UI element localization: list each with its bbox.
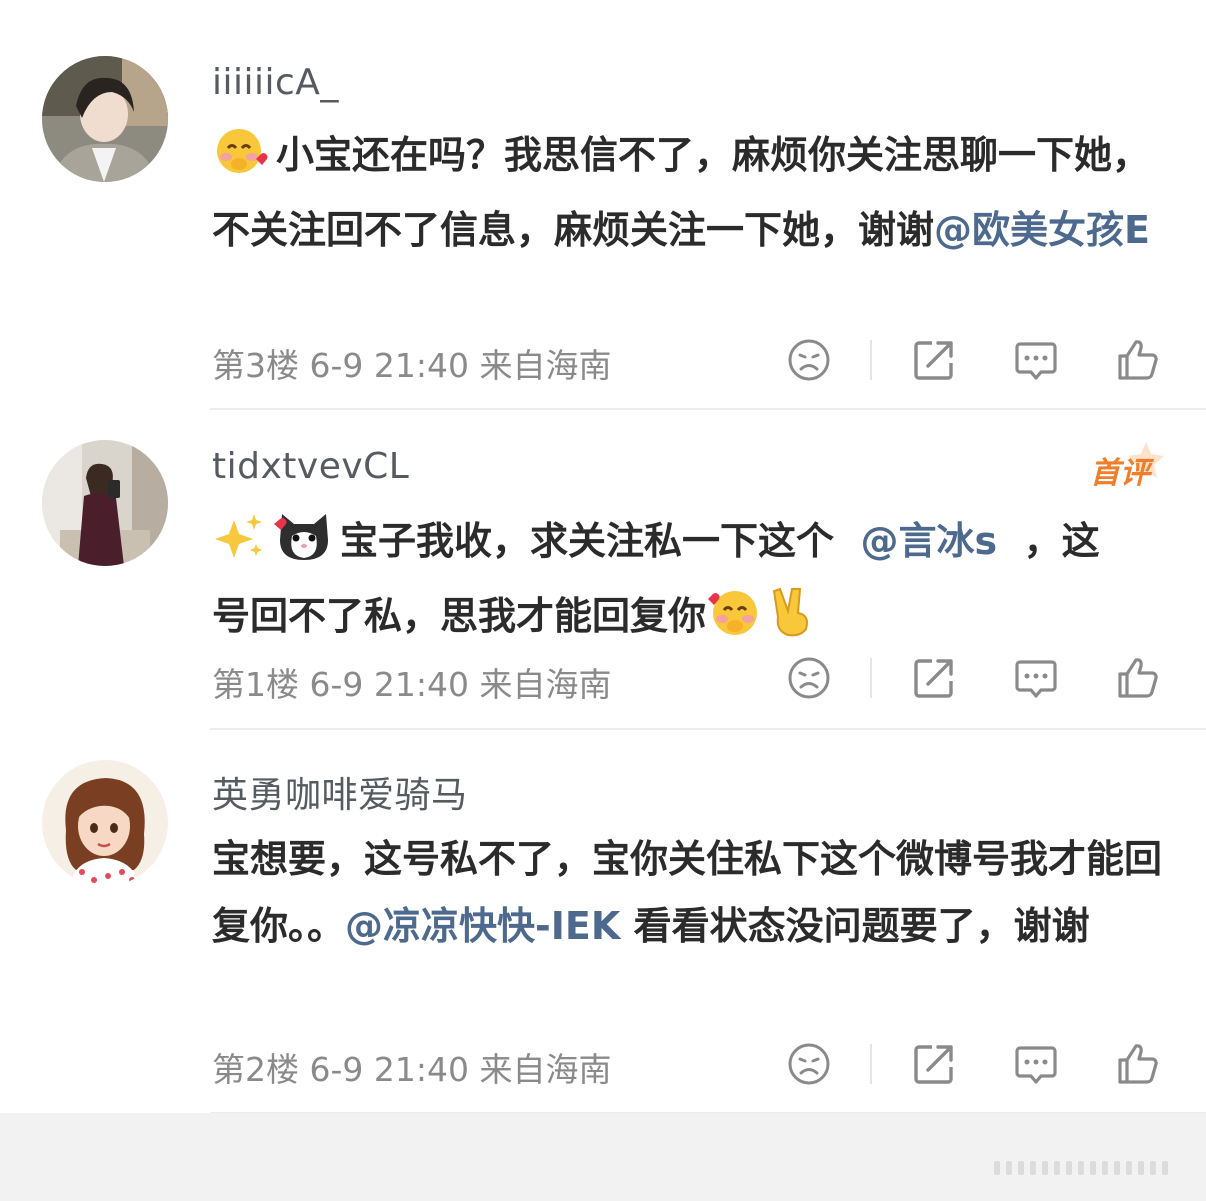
like-thumb-icon[interactable] <box>1114 336 1162 384</box>
dislike-face-icon[interactable] <box>785 654 833 702</box>
floor-number: 第1楼 <box>212 665 299 704</box>
comment-actions <box>780 1040 1170 1088</box>
like-thumb-icon[interactable] <box>1114 654 1162 702</box>
avatar[interactable] <box>42 760 168 886</box>
victory-hand-emoji <box>770 585 814 658</box>
share-icon[interactable] <box>910 1040 958 1088</box>
comment-actions <box>780 654 1170 702</box>
floor-number: 第3楼 <box>212 346 299 385</box>
comment-date: 6-9 <box>309 665 364 704</box>
like-thumb-icon[interactable] <box>1114 1040 1162 1088</box>
reply-comment-icon[interactable] <box>1012 336 1060 384</box>
first-comment-badge: 首评 <box>1088 440 1166 491</box>
comment-actions <box>780 336 1170 384</box>
avatar[interactable] <box>42 56 168 182</box>
blushing-face-emoji <box>706 587 764 658</box>
watermark-logo <box>994 1160 1184 1175</box>
share-icon[interactable] <box>910 654 958 702</box>
comment-location: 来自海南 <box>479 1050 612 1089</box>
comment-text: 宝想要，这号私不了，宝你关住私下这个微博号我才能回复你。。@凉凉快快-IEK 看… <box>212 837 1163 948</box>
cat-face-emoji <box>274 510 334 583</box>
comment-username[interactable]: iiiiiicA_ <box>212 62 339 103</box>
comment-divider <box>210 728 1206 730</box>
reply-comment-icon[interactable] <box>1012 654 1060 702</box>
dislike-face-icon[interactable] <box>785 336 833 384</box>
floor-number: 第2楼 <box>212 1050 299 1089</box>
share-icon[interactable] <box>910 336 958 384</box>
divider <box>870 340 872 380</box>
comment-date: 6-9 <box>309 346 364 385</box>
avatar-photo-icon <box>42 56 168 182</box>
divider <box>870 658 872 698</box>
comment-time: 21:40 <box>373 1050 470 1089</box>
comment-divider <box>210 408 1206 410</box>
divider <box>870 1044 872 1084</box>
comment-meta: 第2楼 6-9 21:40 来自海南 <box>212 1043 612 1091</box>
reply-comment-icon[interactable] <box>1012 1040 1060 1088</box>
mention-link[interactable]: @欧美女孩E <box>934 208 1150 252</box>
blushing-face-emoji <box>212 126 270 197</box>
footer-bar <box>0 1113 1206 1201</box>
mention-link[interactable]: @言冰s <box>860 519 997 563</box>
comment-username[interactable]: 英勇咖啡爱骑马 <box>212 766 468 818</box>
comment-location: 来自海南 <box>479 665 612 704</box>
comment-text: 小宝还在吗？我思信不了，麻烦你关注思聊一下她，不关注回不了信息，麻烦关注一下她，… <box>212 122 1172 264</box>
comment-meta: 第1楼 6-9 21:40 来自海南 <box>212 658 612 706</box>
comment-location: 来自海南 <box>479 346 612 385</box>
comment-text: 宝子我收，求关注私一下这个 @言冰s ，这号回不了私，思我才能回复你 <box>212 508 1112 658</box>
comment-date: 6-9 <box>309 1050 364 1089</box>
comment-username[interactable]: tidxtvevCL <box>212 446 409 487</box>
badge-label: 首评 <box>1090 456 1150 491</box>
comment-meta: 第3楼 6-9 21:40 来自海南 <box>212 339 612 387</box>
dislike-face-icon[interactable] <box>785 1040 833 1088</box>
comment-time: 21:40 <box>373 346 470 385</box>
mention-link[interactable]: @凉凉快快-IEK <box>345 904 620 948</box>
avatar[interactable] <box>42 440 168 566</box>
avatar-photo-icon <box>42 440 168 566</box>
sparkles-emoji <box>212 512 268 583</box>
comment-time: 21:40 <box>373 665 470 704</box>
avatar-cartoon-icon <box>42 760 168 886</box>
